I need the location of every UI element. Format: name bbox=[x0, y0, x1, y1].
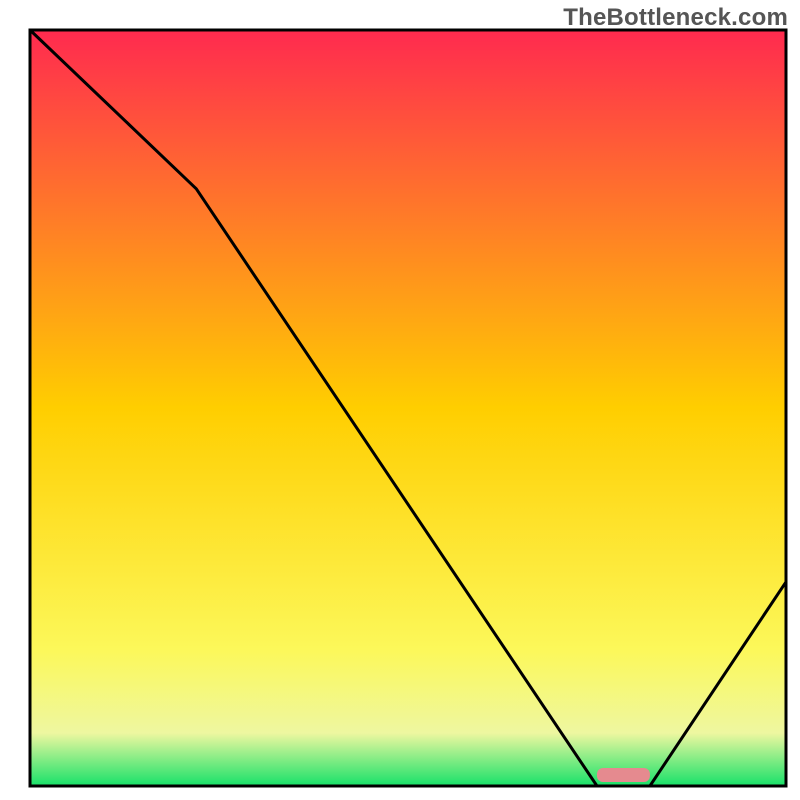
chart-container: TheBottleneck.com bbox=[0, 0, 800, 800]
optimal-marker bbox=[597, 768, 650, 782]
watermark-label: TheBottleneck.com bbox=[563, 4, 788, 32]
bottleneck-chart bbox=[0, 0, 800, 800]
plot-background bbox=[30, 30, 786, 786]
